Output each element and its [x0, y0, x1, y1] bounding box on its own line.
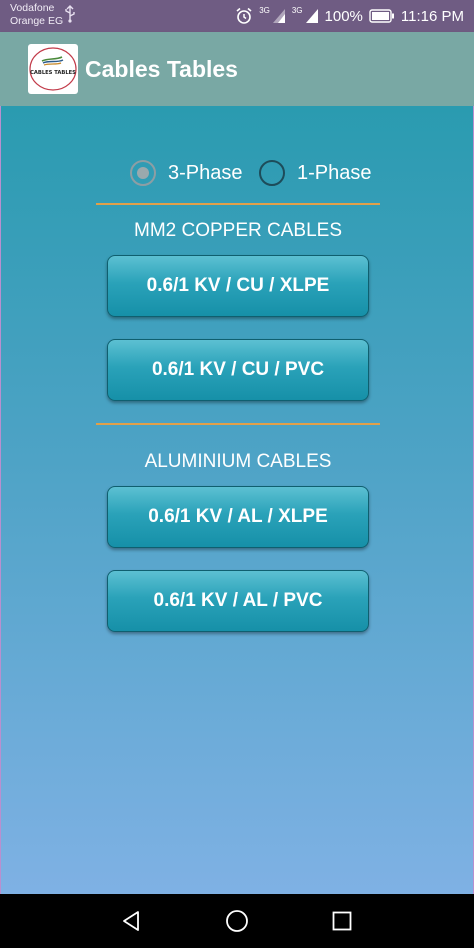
back-button[interactable]	[101, 894, 161, 948]
radio-selected-dot	[137, 167, 149, 179]
app-bar: CABLES TABLES Cables Tables	[0, 32, 474, 106]
carrier-secondary: Orange EG	[10, 15, 64, 27]
signal-icon	[272, 9, 285, 23]
carrier-info: Vodafone Orange EG	[10, 2, 63, 28]
divider-middle	[96, 423, 380, 425]
section-title-aluminium: ALUMINIUM CABLES	[144, 451, 332, 472]
radio-1-phase[interactable]: 1-Phase	[259, 158, 372, 188]
cu-pvc-button[interactable]: 0.6/1 KV / CU / PVC	[107, 339, 369, 401]
battery-percent: 100%	[324, 7, 363, 25]
radio-3-phase-ring	[130, 160, 156, 186]
app-logo: CABLES TABLES	[28, 44, 78, 94]
phase-selector: 3-Phase 1-Phase	[1, 158, 474, 188]
status-bar: Vodafone Orange EG 3G 3G 100% 11:16 PM	[0, 0, 474, 32]
status-icons: 3G 3G 100% 11:16 PM	[235, 0, 464, 32]
radio-1-phase-label: 1-Phase	[297, 161, 372, 184]
home-icon	[226, 910, 248, 932]
app-title: Cables Tables	[85, 56, 238, 82]
home-button[interactable]	[207, 894, 267, 948]
carrier-name: Vodafone	[10, 2, 55, 14]
alarm-icon	[236, 7, 252, 24]
radio-3-phase[interactable]: 3-Phase	[130, 158, 243, 188]
battery-icon	[369, 9, 394, 23]
clock: 11:16 PM	[400, 7, 464, 25]
usb-icon	[65, 5, 75, 23]
radio-1-phase-ring	[259, 160, 285, 186]
logo-graphic: CABLES TABLES	[29, 47, 77, 91]
al-xlpe-button[interactable]: 0.6/1 KV / AL / XLPE	[107, 486, 369, 548]
recents-icon	[332, 911, 352, 931]
cu-xlpe-button[interactable]: 0.6/1 KV / CU / XLPE	[107, 255, 369, 317]
back-icon	[123, 911, 139, 931]
navigation-bar	[0, 894, 474, 948]
signal-icon-2	[305, 9, 318, 23]
divider-top	[96, 203, 380, 205]
recents-button[interactable]	[312, 894, 372, 948]
network-type-label: 3G	[259, 5, 270, 15]
radio-3-phase-label: 3-Phase	[168, 161, 243, 184]
section-title-copper: MM2 COPPER CABLES	[134, 220, 342, 241]
al-pvc-button[interactable]: 0.6/1 KV / AL / PVC	[107, 570, 369, 632]
network-type-label-2: 3G	[291, 5, 303, 15]
main-content: 3-Phase 1-Phase MM2 COPPER CABLES 0.6/1 …	[0, 106, 474, 894]
logo-text: CABLES TABLES	[30, 70, 76, 76]
